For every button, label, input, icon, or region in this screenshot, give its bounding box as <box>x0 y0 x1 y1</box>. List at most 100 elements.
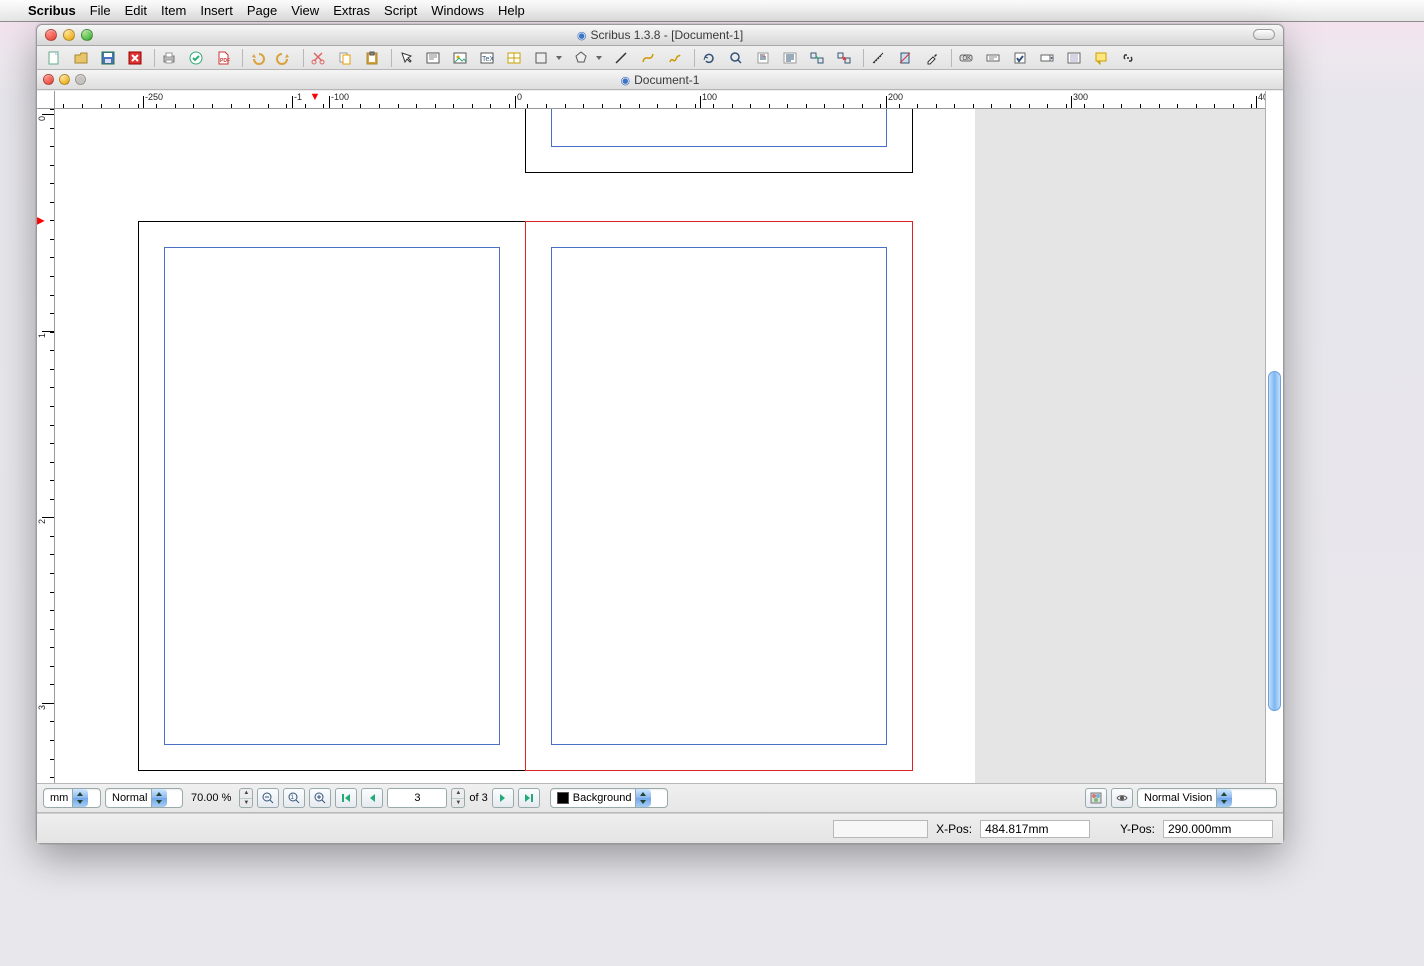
page-1-right[interactable] <box>525 109 913 173</box>
shape-tool-icon[interactable] <box>530 48 552 68</box>
zoom-in-button[interactable] <box>309 788 331 808</box>
menu-view[interactable]: View <box>291 3 319 18</box>
window-controls <box>45 29 93 41</box>
first-page-button[interactable] <box>335 788 357 808</box>
render-frame-tool-icon[interactable]: TeX <box>476 48 498 68</box>
pdf-checkbox-field-icon[interactable] <box>1009 48 1031 68</box>
pdf-button-field-icon[interactable]: OK <box>955 48 977 68</box>
current-page-input[interactable]: 3 <box>387 788 447 808</box>
last-page-button[interactable] <box>518 788 540 808</box>
minimize-window-button[interactable] <box>63 29 75 41</box>
page-2-left[interactable] <box>138 221 526 771</box>
zoom-tool-icon[interactable] <box>725 48 747 68</box>
unlink-frames-icon[interactable] <box>833 48 855 68</box>
measure-tool-icon[interactable] <box>867 48 889 68</box>
page-stepper[interactable]: ▲▼ <box>451 788 465 808</box>
canvas-viewport[interactable] <box>55 109 1265 783</box>
text-frame-tool-icon[interactable] <box>422 48 444 68</box>
vertical-scrollbar-thumb[interactable] <box>1268 371 1281 711</box>
document-window-controls <box>43 74 86 85</box>
paste-icon[interactable] <box>361 48 383 68</box>
horizontal-ruler[interactable]: -250-1-1000100200300400▼ <box>55 91 1265 109</box>
x-pos-label: X-Pos: <box>936 822 972 836</box>
stepper-cap-icon <box>1216 789 1232 807</box>
redo-icon[interactable] <box>273 48 295 68</box>
canvas[interactable] <box>55 109 1265 783</box>
svg-text:OK: OK <box>963 56 972 62</box>
eyedropper-tool-icon[interactable] <box>921 48 943 68</box>
new-document-icon[interactable] <box>43 48 65 68</box>
freehand-tool-icon[interactable] <box>664 48 686 68</box>
menu-help[interactable]: Help <box>498 3 525 18</box>
menu-page[interactable]: Page <box>247 3 277 18</box>
bezier-tool-icon[interactable] <box>637 48 659 68</box>
polygon-tool-dropdown-icon[interactable] <box>593 48 605 68</box>
window-titlebar[interactable]: ◉Scribus 1.3.8 - [Document-1] <box>37 25 1283 46</box>
page-1-right-margin-guides <box>551 109 887 147</box>
edit-contents-tool-icon[interactable] <box>752 48 774 68</box>
menu-file[interactable]: File <box>90 3 111 18</box>
pdf-listbox-field-icon[interactable] <box>1063 48 1085 68</box>
copy-icon[interactable] <box>334 48 356 68</box>
copy-properties-icon[interactable] <box>894 48 916 68</box>
menu-script[interactable]: Script <box>384 3 417 18</box>
zoom-out-button[interactable] <box>257 788 279 808</box>
menu-edit[interactable]: Edit <box>125 3 147 18</box>
main-toolbar: PDF TeX OK <box>37 46 1283 70</box>
current-page-value: 3 <box>388 789 446 804</box>
save-document-icon[interactable] <box>97 48 119 68</box>
stepper-cap-icon <box>151 789 167 807</box>
export-pdf-icon[interactable]: PDF <box>212 48 234 68</box>
window-title: ◉Scribus 1.3.8 - [Document-1] <box>37 28 1283 42</box>
progress-slot <box>833 820 928 838</box>
select-tool-icon[interactable] <box>395 48 417 68</box>
shape-tool-dropdown-icon[interactable] <box>553 48 565 68</box>
pdf-annotation-link-icon[interactable] <box>1117 48 1139 68</box>
polygon-tool-icon[interactable] <box>570 48 592 68</box>
story-editor-icon[interactable] <box>779 48 801 68</box>
close-document-icon[interactable] <box>124 48 146 68</box>
rotate-tool-icon[interactable] <box>698 48 720 68</box>
minimize-document-window-button[interactable] <box>59 74 70 85</box>
vertical-ruler[interactable]: 0123▶ <box>37 109 55 783</box>
toggle-preview-button[interactable] <box>1111 788 1133 808</box>
close-document-window-button[interactable] <box>43 74 54 85</box>
vertical-scrollbar[interactable] <box>1265 91 1283 783</box>
view-mode-selector[interactable]: Normal <box>105 788 183 808</box>
zoom-reset-button[interactable]: 1 <box>283 788 305 808</box>
toggle-color-mgmt-button[interactable] <box>1085 788 1107 808</box>
next-page-button[interactable] <box>492 788 514 808</box>
menu-extras[interactable]: Extras <box>333 3 370 18</box>
open-document-icon[interactable] <box>70 48 92 68</box>
zoom-stepper[interactable]: ▲▼ <box>239 788 253 808</box>
toolbar-toggle-pill[interactable] <box>1253 29 1275 40</box>
document-title-text: Document-1 <box>634 73 699 87</box>
table-tool-icon[interactable] <box>503 48 525 68</box>
vision-mode-selector[interactable]: Normal Vision <box>1137 788 1277 808</box>
app-menu[interactable]: Scribus <box>28 3 76 18</box>
image-frame-tool-icon[interactable] <box>449 48 471 68</box>
pdf-text-field-icon[interactable] <box>982 48 1004 68</box>
menu-item[interactable]: Item <box>161 3 186 18</box>
close-window-button[interactable] <box>45 29 57 41</box>
unit-selector[interactable]: mm <box>43 788 101 808</box>
page-3-right-active[interactable] <box>525 221 913 771</box>
zoom-window-button[interactable] <box>81 29 93 41</box>
ruler-origin-corner[interactable] <box>37 91 55 109</box>
toolbar-separator <box>154 49 155 67</box>
undo-icon[interactable] <box>246 48 268 68</box>
menu-windows[interactable]: Windows <box>431 3 484 18</box>
pdf-annotation-text-icon[interactable] <box>1090 48 1112 68</box>
print-icon[interactable] <box>158 48 180 68</box>
preflight-icon[interactable] <box>185 48 207 68</box>
zoom-document-window-button[interactable] <box>75 74 86 85</box>
prev-page-button[interactable] <box>361 788 383 808</box>
layer-color-swatch <box>557 792 569 804</box>
cut-icon[interactable] <box>307 48 329 68</box>
line-tool-icon[interactable] <box>610 48 632 68</box>
layer-selector[interactable]: Background <box>550 788 668 808</box>
pdf-combobox-field-icon[interactable] <box>1036 48 1058 68</box>
link-frames-icon[interactable] <box>806 48 828 68</box>
document-titlebar[interactable]: ◉Document-1 <box>37 70 1283 90</box>
menu-insert[interactable]: Insert <box>200 3 233 18</box>
